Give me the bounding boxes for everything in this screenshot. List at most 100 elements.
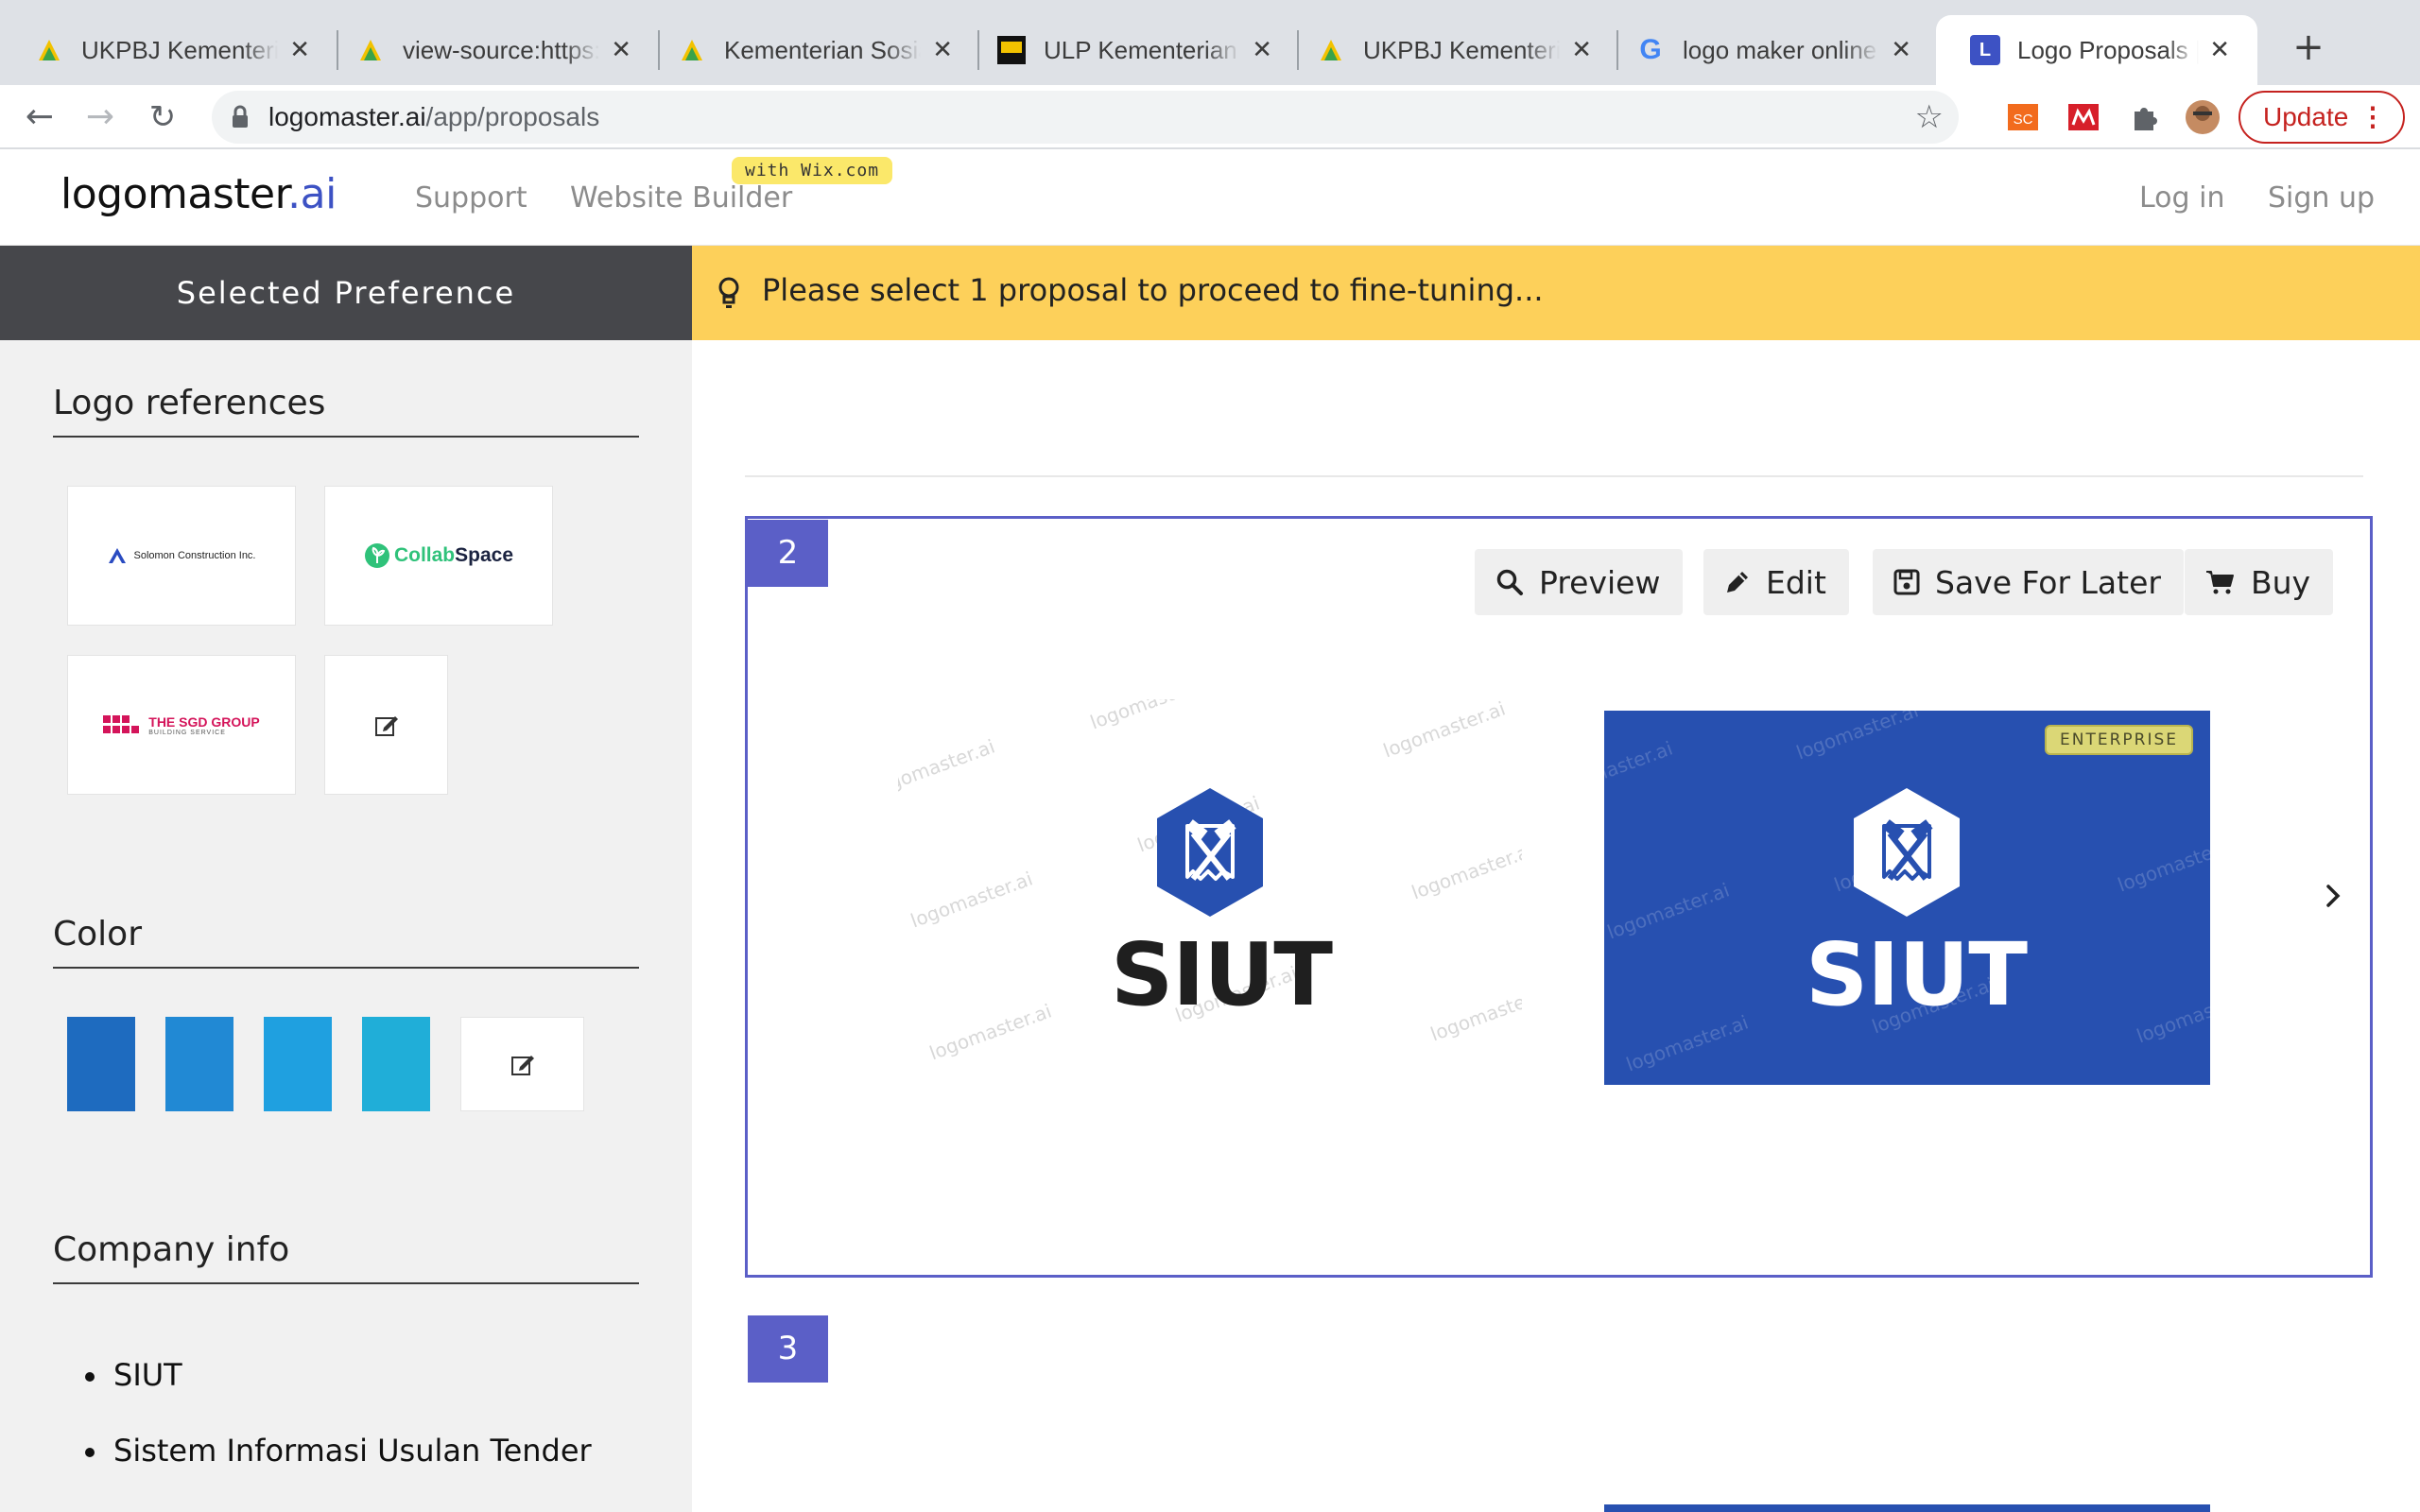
- section-divider: [745, 475, 2363, 477]
- tab-title: UKPBJ Kementerian Sosial: [1363, 35, 1561, 64]
- close-icon[interactable]: ✕: [287, 36, 312, 64]
- nav-support[interactable]: Support: [415, 181, 527, 215]
- puzzle-extension-icon[interactable]: [2125, 98, 2163, 136]
- color-swatch[interactable]: [362, 1017, 430, 1111]
- pencil-icon: [1727, 572, 1748, 593]
- browser-tab[interactable]: G logo maker online ✕: [1601, 15, 1940, 85]
- company-info-item: Sistem Informasi Usulan Tender: [85, 1433, 592, 1508]
- edit-colors-button[interactable]: [460, 1017, 584, 1111]
- kemensos-favicon-icon: [1316, 35, 1346, 65]
- reload-icon[interactable]: ↻: [142, 96, 183, 138]
- watermark-text: logomaster.ai: [2114, 831, 2210, 897]
- site-logo[interactable]: logomaster.ai: [60, 170, 337, 218]
- bookmark-star-icon[interactable]: ☆: [1915, 98, 1944, 136]
- browser-tab[interactable]: Kementerian Sosial ✕: [643, 15, 981, 85]
- update-button[interactable]: Update ⋮: [2238, 91, 2405, 144]
- back-icon[interactable]: ←: [19, 96, 60, 138]
- logo-reference-card[interactable]: Solomon Construction Inc.: [67, 486, 296, 626]
- watermark-text: logomaster.ai: [1086, 699, 1216, 734]
- save-for-later-label: Save For Later: [1935, 563, 2161, 601]
- solomon-logo-icon: [109, 548, 127, 563]
- logo-references-title: Logo references: [53, 384, 639, 438]
- browser-tab-active[interactable]: L Logo Proposals | Logomaster ✕: [1936, 15, 2257, 85]
- edit-button[interactable]: Edit: [1703, 549, 1849, 615]
- watermark-text: logomaster.ai: [1622, 1010, 1752, 1076]
- logo-reference-card[interactable]: CollabSpace: [324, 486, 553, 626]
- color-swatch[interactable]: [264, 1017, 332, 1111]
- chevron-right-icon[interactable]: [2316, 879, 2350, 913]
- address-bar[interactable]: logomaster.ai/app/proposals ☆: [212, 91, 1959, 144]
- tab-title: Logo Proposals | Logomaster: [2017, 35, 2200, 64]
- new-tab-icon[interactable]: +: [2280, 21, 2337, 74]
- reference-name-group: THE SGD GROUP BUILDING SERVICE: [148, 714, 259, 736]
- close-icon[interactable]: ✕: [609, 36, 633, 64]
- buy-button[interactable]: Buy: [2185, 549, 2334, 615]
- tab-title: view-source:https://: [403, 35, 600, 64]
- mendeley-extension-icon[interactable]: [2065, 98, 2102, 136]
- hammer-hexagon-icon: [1854, 788, 1960, 917]
- watermark-text: logomaster.ai: [1408, 838, 1522, 904]
- sidebar-header: Selected Preference: [0, 246, 692, 340]
- search-icon: [1496, 569, 1523, 595]
- watermark-text: logomaster.ai: [1379, 699, 1509, 763]
- close-icon[interactable]: ✕: [1250, 36, 1274, 64]
- preview-button[interactable]: Preview: [1475, 549, 1684, 615]
- tab-title: ULP Kementerian Sosial: [1044, 35, 1240, 64]
- tab-strip: UKPBJ Kementerian Sosial ✕ view-source:h…: [0, 0, 2420, 85]
- close-icon[interactable]: ✕: [2208, 36, 2231, 64]
- logo-preview-blue[interactable]: logomaster.ai logomaster.ai logomaster.a…: [1604, 711, 2210, 1085]
- color-swatch[interactable]: [67, 1017, 135, 1111]
- forward-icon[interactable]: →: [79, 96, 121, 138]
- sc-extension-icon[interactable]: SC: [2004, 98, 2042, 136]
- logo-preview-light[interactable]: logomaster.ai logomaster.ai logomaster.a…: [898, 699, 1522, 1096]
- tab-title: Kementerian Sosial: [724, 35, 922, 64]
- kemensos-favicon-icon: [677, 35, 707, 65]
- watermark-text: logomaster.ai: [898, 734, 998, 800]
- kemensos-favicon-icon: [355, 35, 386, 65]
- watermark-text: logomaster.ai: [1792, 711, 1922, 765]
- close-icon[interactable]: ✕: [930, 36, 955, 64]
- tab-title: logo maker online: [1683, 35, 1877, 64]
- proposal-number: 2: [748, 520, 828, 587]
- signup-link[interactable]: Sign up: [2268, 181, 2375, 215]
- reference-name: THE SGD GROUP: [148, 713, 260, 730]
- hammer-hexagon-icon: [1157, 788, 1263, 917]
- site-header: logomaster.ai Support Website Builder wi…: [0, 149, 2420, 246]
- browser-tab[interactable]: UKPBJ Kementerian Sosial ✕: [0, 15, 338, 85]
- browser-tab[interactable]: view-source:https:// ✕: [321, 15, 660, 85]
- watermark-text: logomaster.ai: [907, 867, 1036, 933]
- nav-website-builder[interactable]: Website Builder: [570, 181, 792, 215]
- edit-references-button[interactable]: [324, 655, 448, 795]
- close-icon[interactable]: ✕: [1569, 36, 1594, 64]
- lock-icon: [233, 105, 248, 128]
- company-info-title: Company info: [53, 1230, 639, 1284]
- logo-preview-blue-next[interactable]: [1604, 1504, 2210, 1512]
- save-for-later-button[interactable]: Save For Later: [1873, 549, 2184, 615]
- color-swatch[interactable]: [165, 1017, 233, 1111]
- wix-badge: with Wix.com: [732, 157, 893, 184]
- logo-reference-card[interactable]: THE SGD GROUP BUILDING SERVICE: [67, 655, 296, 795]
- lightbulb-icon: [718, 277, 739, 308]
- browser-tab[interactable]: ULP Kementerian Sosial ✕: [962, 15, 1301, 85]
- buy-label: Buy: [2251, 563, 2311, 601]
- company-info-list: SIUT Sistem Informasi Usulan Tender: [85, 1357, 592, 1508]
- browser-tab[interactable]: UKPBJ Kementerian Sosial ✕: [1282, 15, 1620, 85]
- tab-title: UKPBJ Kementerian Sosial: [81, 35, 279, 64]
- close-icon[interactable]: ✕: [1889, 36, 1913, 64]
- kemensos-favicon-icon: [34, 35, 64, 65]
- color-title: Color: [53, 915, 639, 969]
- watermark-text: logomaster.ai: [1604, 736, 1676, 802]
- watermark-text: logomaster.ai: [1426, 980, 1522, 1046]
- sgd-blocks-icon: [103, 715, 140, 733]
- collab-leaf-icon: [364, 543, 389, 568]
- logomaster-favicon-icon: L: [1970, 35, 2000, 65]
- login-link[interactable]: Log in: [2139, 181, 2224, 215]
- svg-text:SC: SC: [2014, 112, 2033, 128]
- url-text: logomaster.ai/app/proposals: [268, 102, 600, 131]
- brand-name-dark: SIUT: [1111, 924, 1333, 1025]
- edit-icon: [510, 1056, 534, 1075]
- company-info-item: SIUT: [85, 1357, 592, 1433]
- profile-avatar-icon[interactable]: [2184, 98, 2221, 136]
- reference-subtitle: BUILDING SERVICE: [148, 729, 226, 736]
- browser-toolbar: ← → ↻ logomaster.ai/app/proposals ☆ SC U…: [0, 85, 2420, 149]
